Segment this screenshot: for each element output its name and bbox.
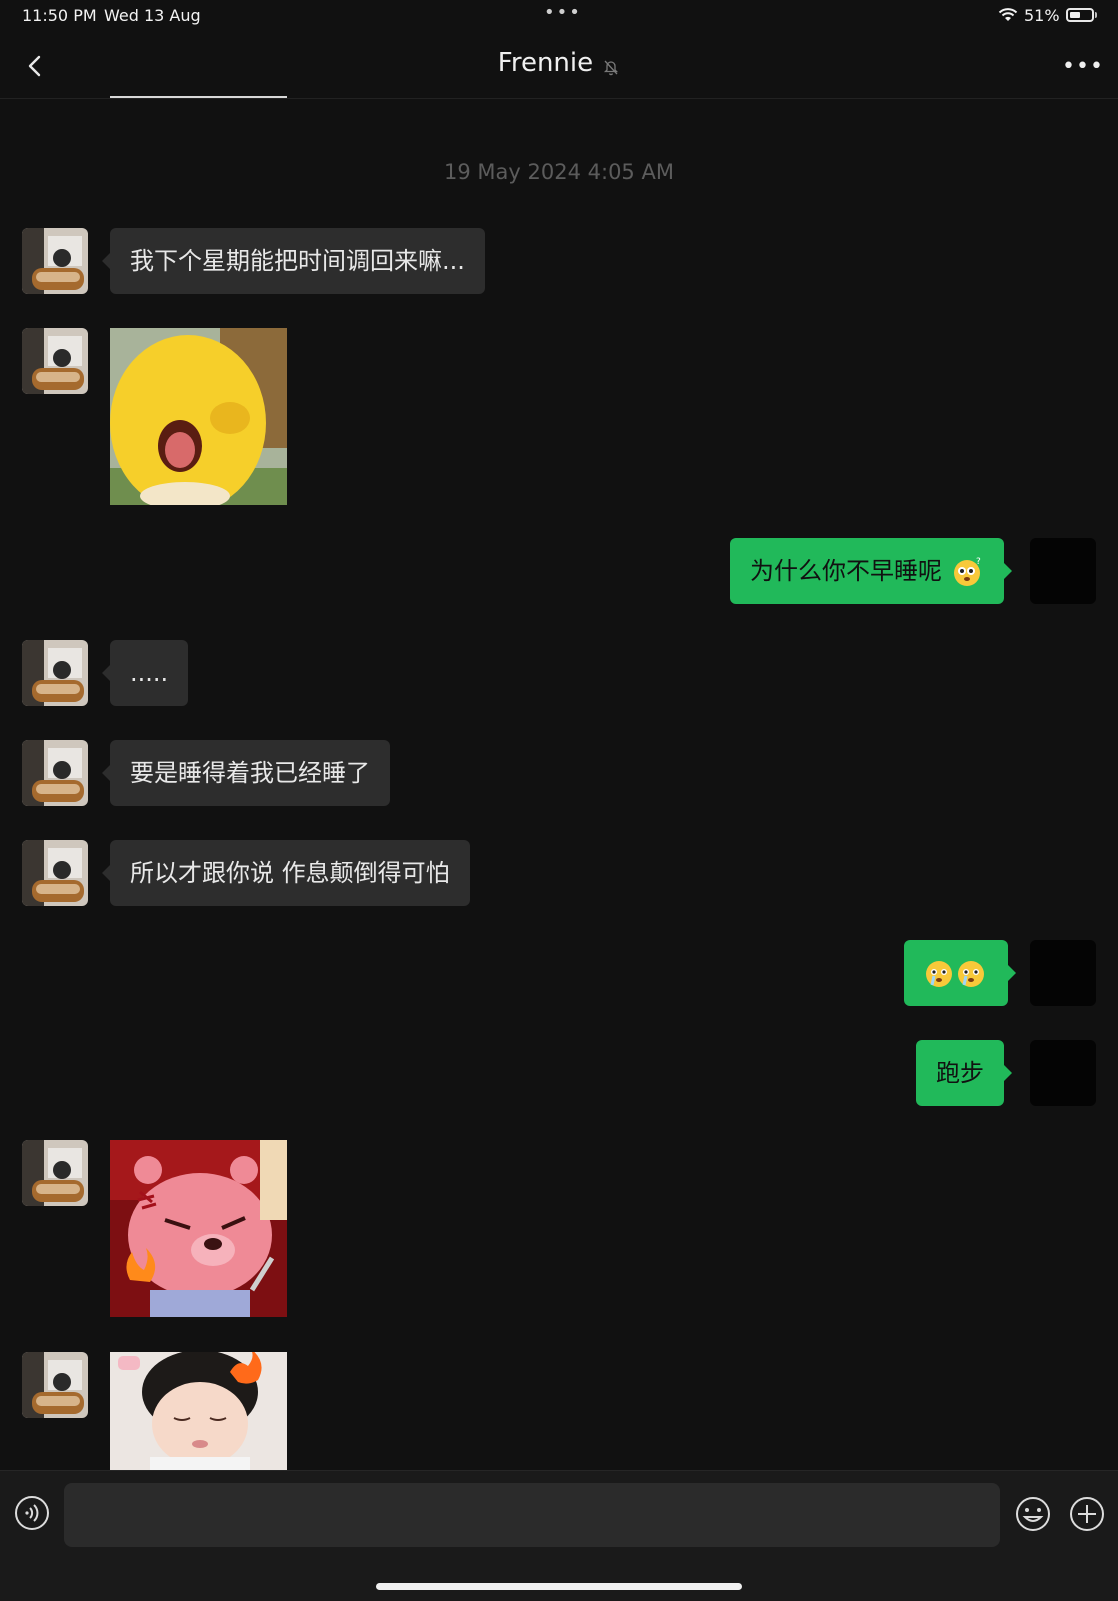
- sticker-angry-pink-beaver[interactable]: [110, 1140, 287, 1317]
- outgoing-message[interactable]: 为什么你不早睡呢 ?: [730, 538, 1012, 604]
- home-indicator[interactable]: [376, 1583, 742, 1590]
- chat-title[interactable]: Frennie: [498, 48, 593, 78]
- chat-header: Frennie •••: [0, 34, 1118, 99]
- multitask-dots[interactable]: •••: [544, 2, 582, 23]
- outgoing-message[interactable]: 跑步: [916, 1040, 1012, 1106]
- wifi-icon: [998, 8, 1018, 21]
- avatar[interactable]: [22, 228, 88, 294]
- message-text: 为什么你不早睡呢: [750, 557, 942, 585]
- avatar[interactable]: [22, 1352, 88, 1418]
- crying-face-emoji-icon: [926, 961, 952, 987]
- avatar[interactable]: [22, 840, 88, 906]
- incoming-message[interactable]: .....: [101, 640, 189, 706]
- my-avatar[interactable]: [1030, 538, 1096, 604]
- status-bar: 11:50 PM Wed 13 Aug ••• 51%: [0, 0, 1118, 34]
- battery-tip: [1095, 12, 1097, 18]
- incoming-message[interactable]: 我下个星期能把时间调回来嘛...: [102, 228, 485, 294]
- emoji-icon[interactable]: [1014, 1495, 1052, 1533]
- battery-percent: 51%: [1024, 6, 1060, 25]
- svg-text:?: ?: [976, 557, 981, 567]
- header-underline: [110, 96, 287, 98]
- chat-timestamp: 19 May 2024 4:05 AM: [444, 160, 674, 184]
- avatar[interactable]: [22, 328, 88, 394]
- incoming-message[interactable]: 要是睡得着我已经睡了: [102, 740, 390, 806]
- confused-face-emoji-icon: ?: [953, 557, 981, 586]
- my-avatar[interactable]: [1030, 940, 1096, 1006]
- battery-icon: [1066, 8, 1094, 22]
- voice-input-icon[interactable]: [14, 1495, 50, 1531]
- chat-title-wrap: Frennie: [0, 48, 1118, 78]
- status-time: 11:50 PM: [22, 6, 97, 25]
- status-date: Wed 13 Aug: [104, 6, 201, 25]
- avatar[interactable]: [22, 740, 88, 806]
- incoming-message[interactable]: 所以才跟你说 作息颠倒得可怕: [102, 840, 470, 906]
- avatar[interactable]: [22, 640, 88, 706]
- message-input[interactable]: [64, 1483, 1000, 1547]
- sticker-sleepy-baby[interactable]: [110, 1352, 287, 1470]
- more-options-button[interactable]: •••: [1062, 54, 1104, 79]
- mute-bell-icon: [604, 60, 619, 75]
- sticker-yellow-character[interactable]: [110, 328, 287, 505]
- battery-fill: [1070, 12, 1080, 18]
- outgoing-emoji-message[interactable]: [904, 940, 1016, 1006]
- my-avatar[interactable]: [1030, 1040, 1096, 1106]
- avatar[interactable]: [22, 1140, 88, 1206]
- plus-icon[interactable]: [1068, 1495, 1106, 1533]
- crying-face-emoji-icon: [958, 961, 984, 987]
- input-bar: [0, 1470, 1118, 1601]
